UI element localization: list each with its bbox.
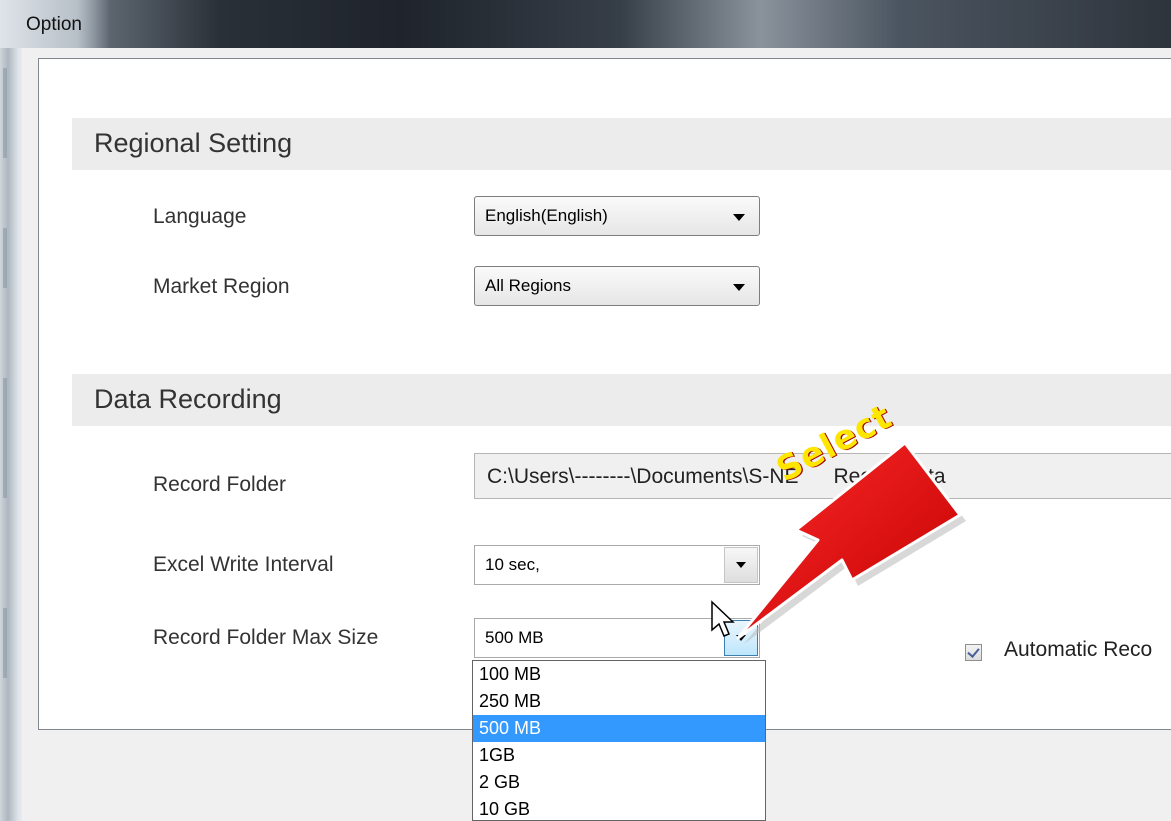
mouse-cursor-icon xyxy=(711,600,735,637)
list-item[interactable]: 2 GB xyxy=(473,769,765,796)
max-size-dropdown-list[interactable]: 100 MB 250 MB 500 MB 1GB 2 GB 10 GB xyxy=(472,660,766,821)
dialog-content: Regional Setting Language English(Englis… xyxy=(22,48,1171,821)
chevron-down-icon xyxy=(733,214,745,221)
record-folder-label: Record Folder xyxy=(153,473,287,496)
window-title: Option xyxy=(26,14,82,35)
record-folder-max-size-label: Record Folder Max Size xyxy=(153,626,379,649)
section-title-regional: Regional Setting xyxy=(94,128,293,158)
section-title-recording: Data Recording xyxy=(94,384,282,414)
list-item[interactable]: 250 MB xyxy=(473,688,765,715)
excel-write-interval-label: Excel Write Interval xyxy=(153,553,334,576)
list-item[interactable]: 10 GB xyxy=(473,796,765,820)
record-folder-max-size-value: 500 MB xyxy=(485,628,544,647)
window-left-frame xyxy=(0,48,22,821)
title-bar: Option xyxy=(0,0,1171,48)
language-select[interactable]: English(English) xyxy=(474,196,760,236)
market-region-select-value: All Regions xyxy=(485,276,571,295)
section-data-recording: Data Recording xyxy=(72,374,1171,426)
list-item-selected[interactable]: 500 MB xyxy=(473,715,765,742)
options-panel: Regional Setting Language English(Englis… xyxy=(38,58,1171,730)
chevron-down-icon xyxy=(733,284,745,291)
language-select-value: English(English) xyxy=(485,206,608,225)
language-label: Language xyxy=(153,205,247,228)
market-region-select[interactable]: All Regions xyxy=(474,266,760,306)
list-item[interactable]: 1GB xyxy=(473,742,765,769)
automatic-record-label: Automatic Reco xyxy=(1004,638,1153,661)
section-regional-setting: Regional Setting xyxy=(72,118,1171,170)
list-item[interactable]: 100 MB xyxy=(473,661,765,688)
excel-write-interval-value: 10 sec, xyxy=(485,555,540,574)
market-region-label: Market Region xyxy=(153,275,290,298)
